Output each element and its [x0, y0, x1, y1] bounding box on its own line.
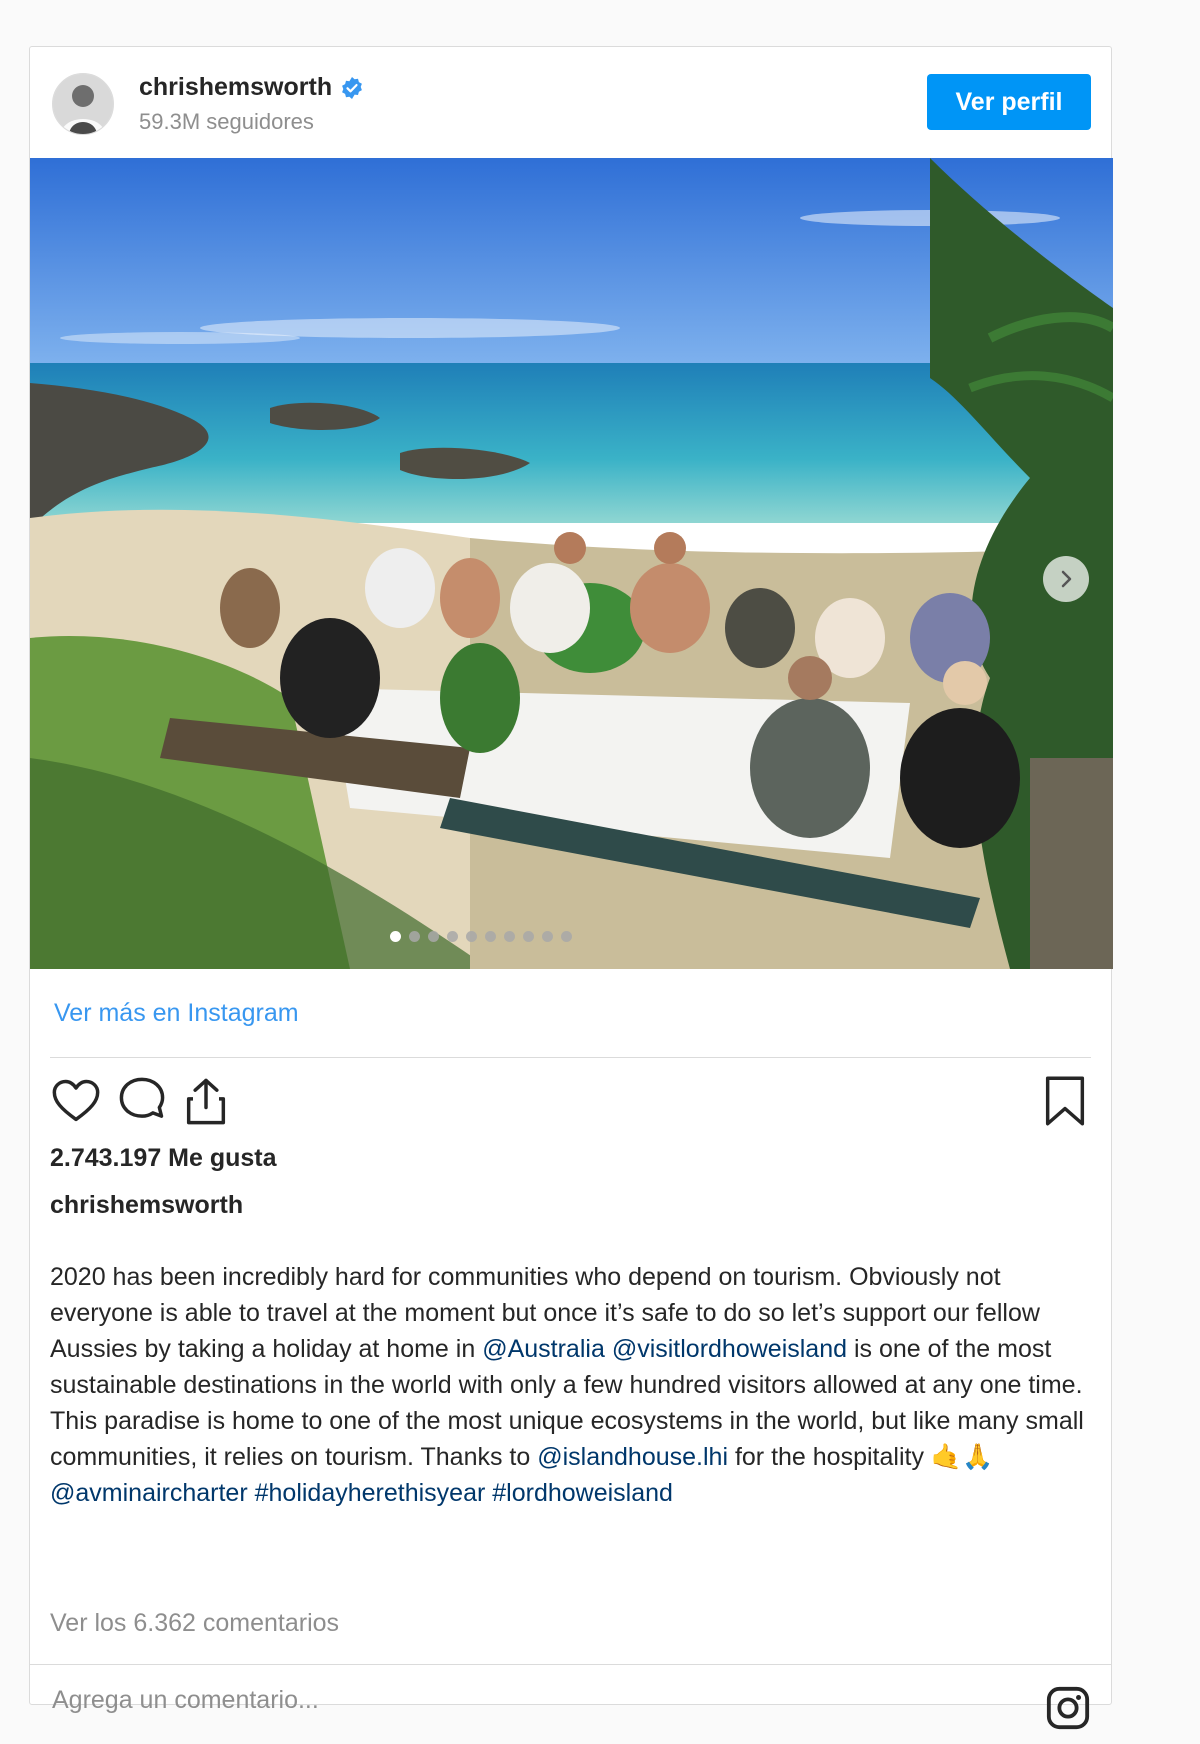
verified-badge-icon: [342, 76, 363, 99]
caption-text: for the hospitality 🤙🙏: [728, 1443, 994, 1471]
carousel-next-button[interactable]: [1043, 556, 1089, 602]
caption-mention[interactable]: #lordhoweisland: [492, 1479, 673, 1507]
carousel-dot: [503, 931, 515, 942]
carousel-dot: [389, 931, 401, 942]
heart-icon[interactable]: [50, 1075, 102, 1127]
post-photo[interactable]: [30, 158, 1113, 969]
instagram-post-card: chrishemsworth 59.3M seguidores Ver perf…: [29, 46, 1113, 1730]
action-bar: [50, 1075, 1091, 1131]
caption-mention[interactable]: #holidayherethisyear: [255, 1479, 486, 1507]
view-more-on-instagram-link[interactable]: Ver más en Instagram: [54, 999, 299, 1028]
carousel-dot: [560, 931, 572, 942]
carousel-dot: [484, 931, 496, 942]
caption-mention[interactable]: @visitlordhoweisland: [612, 1335, 847, 1363]
post-header: chrishemsworth 59.3M seguidores Ver perf…: [30, 47, 1111, 157]
divider: [30, 1664, 1111, 1665]
caption-text: [248, 1479, 255, 1507]
carousel-dot: [408, 931, 420, 942]
comment-input[interactable]: [50, 1671, 1014, 1729]
caption-text: [605, 1335, 612, 1363]
caption-mention[interactable]: @islandhouse.lhi: [537, 1443, 728, 1471]
beach-picnic-photo: [30, 158, 1113, 969]
carousel-dot: [465, 931, 477, 942]
caption-mention[interactable]: @Australia: [482, 1335, 605, 1363]
likes-count[interactable]: 2.743.197 Me gusta: [50, 1144, 277, 1173]
carousel-dot: [522, 931, 534, 942]
caption-author[interactable]: chrishemsworth: [50, 1191, 243, 1220]
view-profile-button[interactable]: Ver perfil: [927, 74, 1091, 130]
share-icon[interactable]: [180, 1075, 232, 1127]
post-caption: 2020 has been incredibly hard for commun…: [50, 1259, 1100, 1511]
bookmark-icon[interactable]: [1039, 1075, 1091, 1127]
comment-icon[interactable]: [116, 1075, 168, 1127]
instagram-logo-icon[interactable]: [1045, 1685, 1091, 1731]
carousel-dot: [541, 931, 553, 942]
username-row[interactable]: chrishemsworth: [139, 73, 364, 102]
carousel-dot: [427, 931, 439, 942]
avatar[interactable]: [52, 73, 114, 135]
view-comments-link[interactable]: Ver los 6.362 comentarios: [50, 1609, 339, 1638]
divider: [50, 1057, 1091, 1058]
caption-mention[interactable]: @avminaircharter: [50, 1479, 248, 1507]
follower-count: 59.3M seguidores: [139, 109, 314, 134]
carousel-dot: [446, 931, 458, 942]
chevron-right-icon: [1061, 570, 1072, 588]
username[interactable]: chrishemsworth: [139, 73, 332, 102]
carousel-indicator: [30, 931, 1113, 942]
